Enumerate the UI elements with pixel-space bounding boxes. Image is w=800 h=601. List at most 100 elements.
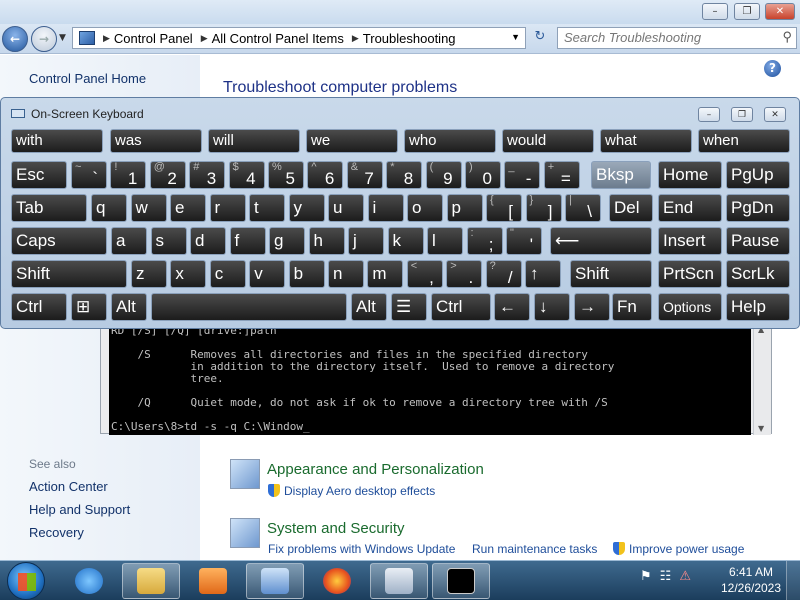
key-fn[interactable]: Fn <box>612 293 652 321</box>
key-pause[interactable]: Pause <box>726 227 790 255</box>
key-j[interactable]: j <box>348 227 384 255</box>
display-aero-effects-label[interactable]: Display Aero desktop effects <box>284 484 435 498</box>
key-q[interactable]: q <box>91 194 127 222</box>
network-icon[interactable]: ☷ <box>660 569 672 584</box>
suggestion-who[interactable]: who <box>404 129 496 153</box>
key-9[interactable]: (9 <box>425 161 462 189</box>
command-prompt-window[interactable]: RD [/S] [/Q] [drive:]path /S Removes all… <box>100 322 772 435</box>
key-y[interactable]: y <box>288 194 325 222</box>
key-symbol[interactable]: + = <box>543 161 580 189</box>
key-n[interactable]: n <box>328 260 364 288</box>
key-delete[interactable]: Del <box>609 194 653 222</box>
key-symbol[interactable]: >. <box>446 260 483 288</box>
key-symbol[interactable]: :; <box>466 227 503 255</box>
taskbar-control-panel[interactable] <box>246 563 304 599</box>
key-left-ctrl[interactable]: Ctrl <box>11 293 67 321</box>
key-l[interactable]: l <box>427 227 463 255</box>
key-pgup[interactable]: PgUp <box>726 161 790 189</box>
suggestion-what[interactable]: what <box>600 129 692 153</box>
key-m[interactable]: m <box>367 260 404 288</box>
key-right-alt[interactable]: Alt <box>351 293 387 321</box>
action-center-link[interactable]: Action Center <box>29 479 108 494</box>
key-insert[interactable]: Insert <box>658 227 722 255</box>
key-0[interactable]: ) 0 <box>465 161 501 189</box>
improve-power-usage-link[interactable]: Improve power usage <box>613 542 744 556</box>
key-windows[interactable]: ⊞ <box>71 293 107 321</box>
key-s[interactable]: s <box>150 227 187 255</box>
key-right-shift[interactable]: Shift <box>570 260 652 288</box>
scroll-down-icon[interactable]: ▼ <box>758 424 764 433</box>
back-button[interactable]: ← <box>2 26 28 52</box>
osk-minimize-button[interactable]: – <box>698 107 720 122</box>
key-7[interactable]: & 7 <box>346 161 383 189</box>
key-esc[interactable]: Esc <box>11 161 67 189</box>
fix-windows-update-link[interactable]: Fix problems with Windows Update <box>268 542 455 556</box>
suggestion-with[interactable]: with <box>11 129 103 153</box>
search-icon[interactable]: ⚲ <box>782 29 792 45</box>
key-i[interactable]: i <box>367 194 404 222</box>
display-aero-effects-link[interactable]: Display Aero desktop effects <box>268 484 435 498</box>
key-e[interactable]: e <box>170 194 206 222</box>
address-dropdown-icon[interactable]: ▼ <box>511 32 520 42</box>
key-right-arrow[interactable]: → <box>574 293 610 321</box>
key-d[interactable]: d <box>190 227 226 255</box>
suggestion-we[interactable]: we <box>306 129 398 153</box>
key-symbol[interactable]: ? / <box>485 260 522 288</box>
key-symbol[interactable]: | \ <box>565 194 601 222</box>
action-center-flag-icon[interactable]: ⚑ <box>640 569 652 584</box>
key-3[interactable]: #3 <box>189 161 226 189</box>
console-output[interactable]: RD [/S] [/Q] [drive:]path /S Removes all… <box>109 323 751 435</box>
key-g[interactable]: g <box>269 227 305 255</box>
key-a[interactable]: a <box>111 227 147 255</box>
suggestion-will[interactable]: will <box>208 129 300 153</box>
breadcrumb-separator-icon[interactable]: ▶ <box>103 33 110 44</box>
system-security-category-title[interactable]: System and Security <box>267 520 405 537</box>
taskbar-firefox[interactable] <box>308 563 366 599</box>
key-z[interactable]: z <box>131 260 167 288</box>
taskbar-on-screen-keyboard[interactable] <box>370 563 428 599</box>
key-h[interactable]: h <box>308 227 345 255</box>
key-8[interactable]: * 8 <box>386 161 423 189</box>
breadcrumb-separator-icon[interactable]: ▶ <box>352 33 359 44</box>
key-right-ctrl[interactable]: Ctrl <box>431 293 491 321</box>
key-backspace[interactable]: Bksp <box>591 161 651 189</box>
key-prtscn[interactable]: PrtScn <box>658 260 722 288</box>
key-symbol[interactable]: ↑ <box>525 260 561 288</box>
suggestion-would[interactable]: would <box>502 129 594 153</box>
key-down-arrow[interactable]: ↓ <box>534 293 570 321</box>
improve-power-usage-label[interactable]: Improve power usage <box>629 542 744 556</box>
close-button[interactable]: ✕ <box>765 3 795 20</box>
key-4[interactable]: $4 <box>228 161 265 189</box>
key-left-alt[interactable]: Alt <box>111 293 147 321</box>
key-scrlk[interactable]: ScrLk <box>726 260 790 288</box>
key-left-arrow[interactable]: ← <box>494 293 530 321</box>
key-r[interactable]: r <box>209 194 246 222</box>
recent-pages-dropdown-icon[interactable]: ▼ <box>59 33 66 43</box>
breadcrumb-troubleshooting[interactable]: Troubleshooting <box>363 31 456 46</box>
breadcrumb-control-panel[interactable]: Control Panel <box>114 31 193 46</box>
start-button[interactable] <box>7 562 45 600</box>
key-symbol[interactable]: " ' <box>506 227 542 255</box>
key-home[interactable]: Home <box>658 161 722 189</box>
key-pgdn[interactable]: PgDn <box>726 194 790 222</box>
help-and-support-link[interactable]: Help and Support <box>29 502 130 517</box>
control-panel-home-link[interactable]: Control Panel Home <box>29 71 146 86</box>
key-k[interactable]: k <box>387 227 424 255</box>
search-input[interactable]: Search Troubleshooting ⚲ <box>557 27 797 49</box>
key-help[interactable]: Help <box>726 293 790 321</box>
recovery-link[interactable]: Recovery <box>29 525 84 540</box>
maximize-button[interactable]: ❐ <box>734 3 760 20</box>
key-tab[interactable]: Tab <box>11 194 87 222</box>
key-symbol[interactable]: _ - <box>504 161 541 189</box>
address-bar[interactable]: ▶ Control Panel ▶ All Control Panel Item… <box>72 27 526 49</box>
breadcrumb-all-items[interactable]: All Control Panel Items <box>212 31 344 46</box>
key-f[interactable]: f <box>229 227 266 255</box>
key-6[interactable]: ^ 6 <box>307 161 344 189</box>
system-security-category-icon[interactable] <box>230 518 260 548</box>
key-symbol[interactable]: {[ <box>486 194 522 222</box>
key-options[interactable]: Options <box>658 293 722 321</box>
key-x[interactable]: x <box>170 260 207 288</box>
console-scrollbar[interactable]: ▲ ▼ <box>753 323 771 435</box>
show-desktop-button[interactable] <box>786 561 800 601</box>
key-end[interactable]: End <box>658 194 722 222</box>
